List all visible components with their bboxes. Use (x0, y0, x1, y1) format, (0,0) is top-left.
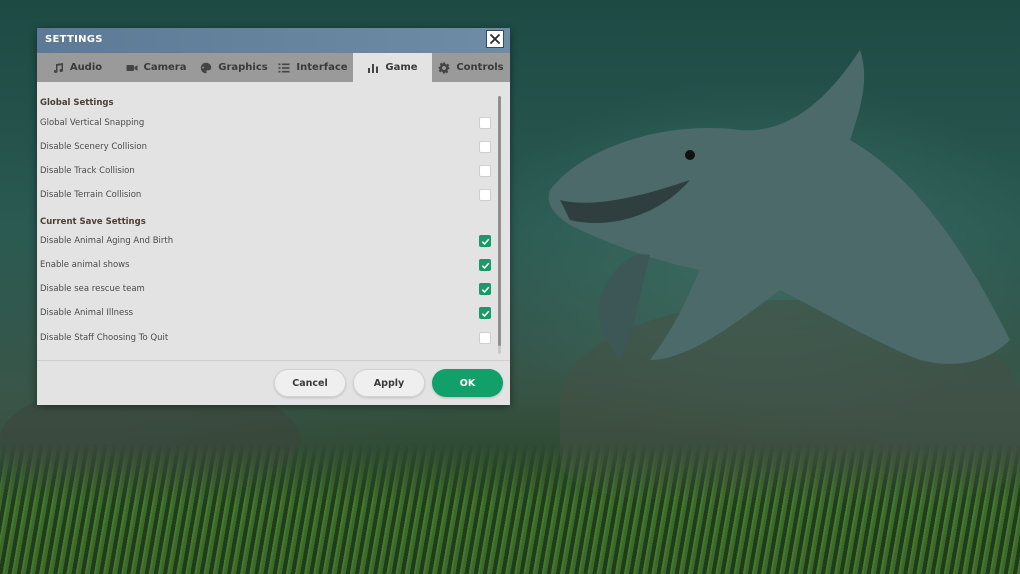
dialog-footer: Cancel Apply OK (37, 360, 510, 405)
setting-label: Disable Animal Aging And Birth (40, 236, 174, 246)
music-note-icon (53, 62, 63, 73)
setting-row: Disable Terrain Collision (40, 186, 491, 204)
setting-label: Disable Animal Illness (40, 308, 134, 318)
setting-label: Global Vertical Snapping (40, 118, 145, 128)
checkmark-icon (481, 286, 489, 293)
setting-label: Disable sea rescue team (40, 284, 145, 294)
section-header-save: Current Save Settings (40, 217, 146, 227)
tab-controls[interactable]: Controls (432, 53, 510, 82)
disable-terrain-collision-checkbox[interactable] (479, 189, 491, 201)
cancel-button[interactable]: Cancel (274, 369, 346, 397)
setting-label: Enable animal shows (40, 260, 130, 270)
setting-label: Disable Terrain Collision (40, 190, 142, 200)
tab-graphics[interactable]: Graphics (195, 53, 273, 82)
tab-label: Controls (456, 62, 504, 73)
tab-bar: Audio Camera Graphics Interface Game Con… (37, 53, 510, 82)
disable-staff-quit-checkbox[interactable] (479, 332, 491, 344)
disable-track-collision-checkbox[interactable] (479, 165, 491, 177)
disable-animal-aging-checkbox[interactable] (479, 235, 491, 247)
section-header-global: Global Settings (40, 98, 114, 108)
list-icon (278, 63, 290, 72)
setting-label: Disable Track Collision (40, 166, 135, 176)
tab-label: Graphics (218, 62, 268, 73)
checkmark-icon (481, 238, 489, 245)
close-icon (489, 33, 501, 45)
tab-audio[interactable]: Audio (37, 53, 117, 82)
settings-content: Global Settings Global Vertical Snapping… (37, 82, 510, 360)
tab-interface[interactable]: Interface (273, 53, 353, 82)
bar-chart-icon (368, 63, 379, 73)
settings-dialog: SETTINGS Audio Camera Graphics Interface… (37, 28, 510, 405)
tab-label: Audio (69, 62, 103, 73)
background-grass (0, 444, 1020, 574)
scrollbar-thumb[interactable] (498, 96, 501, 346)
setting-row: Disable sea rescue team (40, 280, 491, 298)
enable-animal-shows-checkbox[interactable] (479, 259, 491, 271)
checkmark-icon (481, 262, 489, 269)
tab-camera[interactable]: Camera (117, 53, 195, 82)
title-bar: SETTINGS (37, 28, 510, 53)
tab-label: Interface (296, 62, 348, 73)
setting-row: Disable Scenery Collision (40, 138, 491, 156)
video-camera-icon (126, 64, 138, 71)
disable-scenery-collision-checkbox[interactable] (479, 141, 491, 153)
close-button[interactable] (486, 30, 504, 48)
palette-icon (201, 62, 212, 73)
disable-sea-rescue-team-checkbox[interactable] (479, 283, 491, 295)
setting-row: Disable Track Collision (40, 162, 491, 180)
apply-button[interactable]: Apply (353, 369, 425, 397)
ok-button[interactable]: OK (432, 369, 503, 397)
setting-row: Global Vertical Snapping (40, 114, 491, 132)
setting-row: Enable animal shows (40, 256, 491, 274)
disable-animal-illness-checkbox[interactable] (479, 307, 491, 319)
tab-game[interactable]: Game (353, 53, 432, 82)
setting-row: Disable Staff Choosing To Quit (40, 329, 491, 347)
scrollbar[interactable] (498, 96, 501, 354)
setting-row: Disable Animal Illness (40, 304, 491, 322)
dolphin-image (548, 50, 1010, 364)
checkmark-icon (481, 310, 489, 317)
global-vertical-snapping-checkbox[interactable] (479, 117, 491, 129)
setting-label: Disable Staff Choosing To Quit (40, 333, 169, 343)
setting-row: Disable Animal Aging And Birth (40, 232, 491, 250)
tab-label: Game (385, 62, 418, 73)
gear-icon (438, 62, 450, 73)
setting-label: Disable Scenery Collision (40, 142, 147, 152)
tab-label: Camera (143, 62, 187, 73)
dialog-title: SETTINGS (45, 34, 103, 45)
